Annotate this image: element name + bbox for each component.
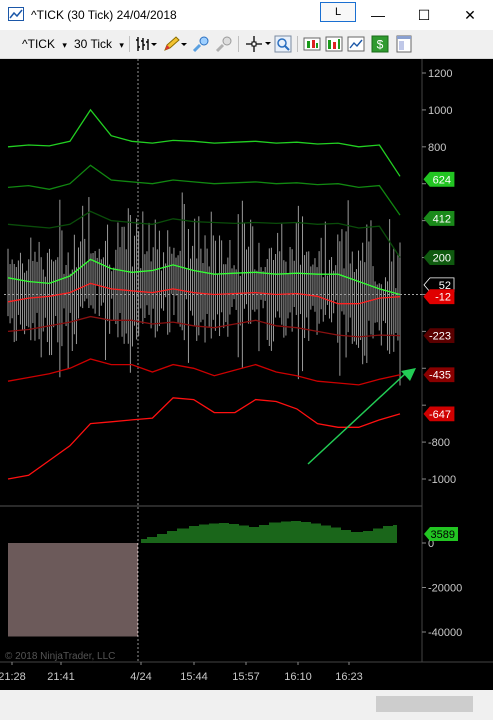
magnifier-icon[interactable] (274, 35, 292, 53)
minimize-button[interactable]: — (355, 0, 401, 30)
maximize-button[interactable]: ☐ (401, 0, 447, 30)
annotation-arrow-head (401, 368, 416, 381)
value-tag-label: -435 (429, 370, 451, 382)
y-tick-label: -1000 (428, 474, 456, 486)
y-tick-label: 1000 (428, 105, 452, 117)
indicator-bars (8, 521, 397, 637)
chart-panel[interactable]: 1200 1000 800 -800 -1000 0 -20000 -40000 21:28 21… (0, 59, 493, 690)
toolbar-divider (238, 36, 239, 52)
x-tick-label: 15:57 (232, 671, 260, 683)
zoom-icon[interactable] (192, 35, 210, 53)
band-line-7 (7, 397, 401, 480)
value-tag-label: 412 (433, 213, 451, 225)
chart-window-icon (8, 7, 24, 21)
x-tick-label: 21:41 (47, 671, 75, 683)
band-line-6 (7, 358, 401, 386)
properties-icon[interactable] (395, 35, 413, 53)
y-tick-label: -800 (428, 437, 450, 449)
band-line-3 (7, 258, 401, 296)
indicator-icon[interactable] (325, 35, 343, 53)
link-button[interactable]: L (320, 2, 356, 22)
x-tick-label: 16:10 (284, 671, 312, 683)
dollar-icon[interactable]: $ (371, 35, 389, 53)
pencil-icon[interactable] (162, 35, 188, 53)
y-tick-label: 800 (428, 142, 446, 154)
chevron-down-icon: ▾ (62, 40, 67, 50)
svg-text:$: $ (377, 38, 384, 52)
x-tick-label: 15:44 (180, 671, 208, 683)
band-line-4 (7, 282, 401, 305)
annotation-arrow-line (307, 372, 407, 465)
window-title: ^TICK (30 Tick) 24/04/2018 (31, 8, 177, 22)
horizontal-scrollbar[interactable] (0, 692, 493, 720)
value-tag-label: 624 (433, 174, 451, 186)
value-tag-label: -223 (429, 331, 451, 343)
instrument-label: ^TICK (22, 37, 55, 51)
x-tick-label: 21:28 (0, 671, 26, 683)
toolbar-divider (297, 36, 298, 52)
chevron-down-icon: ▾ (119, 40, 124, 50)
x-tick-label: 16:23 (335, 671, 363, 683)
eraser-icon[interactable] (215, 35, 233, 53)
title-bar: ^TICK (30 Tick) 24/04/2018 L — ☐ ✕ (0, 0, 493, 30)
scroll-thumb[interactable] (376, 696, 473, 712)
value-tag-label: -12 (435, 292, 451, 304)
band-line-2 (7, 210, 401, 258)
chart-trader-icon[interactable] (347, 35, 365, 53)
indicator-value-label: 3589 (431, 529, 455, 541)
strategy-icon[interactable] (303, 35, 321, 53)
interval-selector[interactable]: 30 Tick ▾ (74, 30, 124, 58)
value-tag-label: -647 (429, 409, 451, 421)
close-button[interactable]: ✕ (447, 0, 493, 30)
x-tick-label: 4/24 (130, 671, 151, 683)
y-tick-label: -40000 (428, 627, 462, 639)
watermark: © 2018 NinjaTrader, LLC (5, 651, 115, 662)
bar-type-icon[interactable] (135, 36, 157, 52)
toolbar-divider (129, 36, 130, 52)
crosshair-icon[interactable] (244, 35, 272, 53)
band-line-1 (7, 164, 401, 216)
band-line-0 (7, 108, 401, 177)
y-tick-label: 1200 (428, 68, 452, 80)
chart-toolbar: ^TICK ▾ 30 Tick ▾ $ (0, 30, 493, 59)
interval-label: 30 Tick (74, 37, 113, 51)
instrument-selector[interactable]: ^TICK ▾ (22, 30, 67, 58)
band-line-5 (7, 315, 401, 338)
y-tick-label: -20000 (428, 583, 462, 595)
value-tag-label: 200 (433, 253, 451, 265)
chart-canvas[interactable]: 12001000800-800-10000-20000-4000021:28 21… (0, 59, 493, 690)
